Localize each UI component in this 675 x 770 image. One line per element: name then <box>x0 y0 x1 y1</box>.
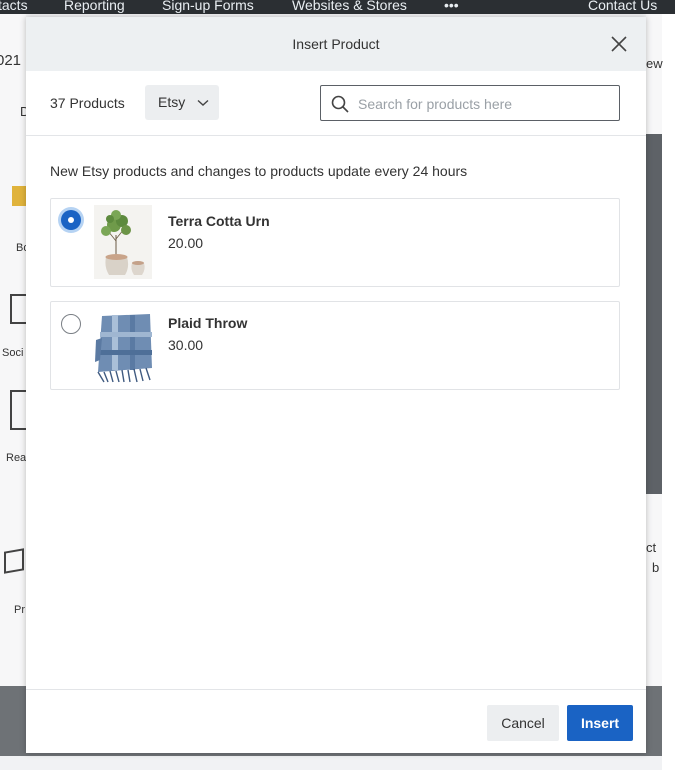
product-card-plaid-throw[interactable]: Plaid Throw 30.00 <box>50 301 620 390</box>
product-price: 20.00 <box>168 235 204 251</box>
nav-item-contact-us[interactable]: Contact Us <box>588 0 657 13</box>
product-card-terra-cotta-urn[interactable]: Terra Cotta Urn 20.00 <box>50 198 620 287</box>
background-block-icon <box>12 186 26 206</box>
top-navigation: tacts Reporting Sign-up Forms Websites &… <box>0 0 675 14</box>
nav-more-icon[interactable]: ••• <box>444 0 459 13</box>
close-button[interactable] <box>609 34 629 54</box>
nav-item-reporting[interactable]: Reporting <box>64 0 125 13</box>
dialog-title: Insert Product <box>292 36 380 52</box>
cancel-button[interactable]: Cancel <box>487 705 559 741</box>
background-right-panel: ew ct b <box>646 14 663 754</box>
product-price: 30.00 <box>168 337 204 353</box>
nav-item-websites-stores[interactable]: Websites & Stores <box>292 0 407 13</box>
insert-button[interactable]: Insert <box>567 705 633 741</box>
dialog-header: Insert Product <box>26 17 646 71</box>
close-icon <box>611 36 627 52</box>
dialog-toolbar: 37 Products Etsy <box>26 71 646 136</box>
product-block-icon <box>4 548 24 574</box>
product-name: Plaid Throw <box>168 315 248 331</box>
dialog-footer: Cancel Insert <box>26 689 646 754</box>
product-count: 37 Products <box>50 95 125 111</box>
insert-product-dialog: Insert Product 37 Products Etsy New Etsy… <box>26 17 646 753</box>
search-icon <box>331 95 349 113</box>
product-name: Terra Cotta Urn <box>168 213 270 229</box>
source-dropdown-value: Etsy <box>158 94 186 110</box>
product-image-throw <box>94 310 152 384</box>
nav-item-contacts[interactable]: tacts <box>0 0 28 13</box>
search-input[interactable] <box>356 92 615 116</box>
nav-item-signup-forms[interactable]: Sign-up Forms <box>162 0 254 13</box>
product-search <box>320 85 620 121</box>
sync-notice: New Etsy products and changes to product… <box>50 163 468 179</box>
product-radio[interactable] <box>61 314 81 334</box>
product-image-urn <box>94 205 152 279</box>
background-left-panel: 021 D Bo Soci Rea Pr <box>0 14 29 754</box>
chevron-down-icon <box>197 99 209 106</box>
source-dropdown[interactable]: Etsy <box>145 85 219 120</box>
product-radio-selected[interactable] <box>61 210 81 230</box>
